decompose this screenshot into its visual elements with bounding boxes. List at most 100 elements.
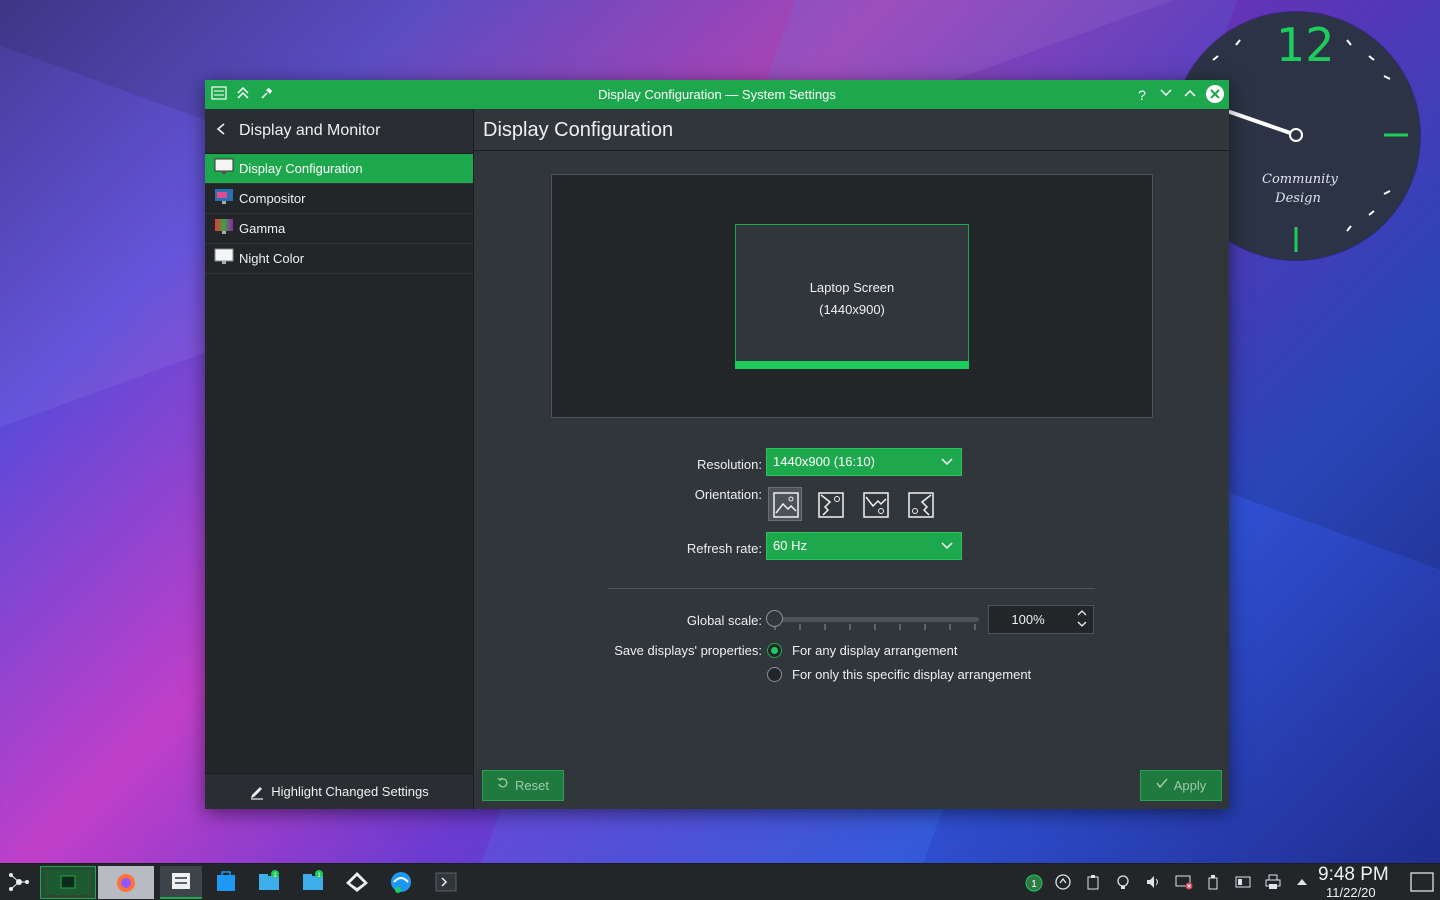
device-notifier-icon[interactable] [1205,874,1221,890]
resolution-label: Resolution: [696,457,762,472]
sidebar-item-label: Display Configuration [239,161,363,176]
rotate-left-icon [818,492,844,518]
clock-brand-text: Community Design [1262,170,1338,208]
reset-button[interactable]: Reset [482,770,564,801]
output-name: Laptop Screen [809,280,895,295]
application-launcher-icon[interactable] [6,869,32,893]
dolphin-icon-1[interactable]: 1 [256,870,282,894]
night-color-icon [214,248,234,269]
output-primary-bar [735,361,969,369]
page-title: Display Configuration [483,119,674,141]
orientation-portrait-left-button[interactable] [813,487,847,521]
sidebar-header: Display and Monitor [205,109,473,154]
sidebar-item-gamma[interactable]: Gamma [205,214,473,244]
display-arrangement-preview: Laptop Screen (1440x900) [551,174,1153,418]
sidebar-item-night-color[interactable]: Night Color [205,244,473,274]
apply-label: Apply [1173,778,1207,793]
save-properties-label: Save displays' properties: [614,643,762,658]
global-scale-slider-track[interactable] [776,617,979,622]
titlebar[interactable]: Display Configuration — System Settings … [205,80,1229,109]
firefox-icon [117,874,135,892]
pager-desktop-1[interactable] [45,870,91,895]
close-button[interactable] [1206,85,1224,103]
close-icon [1210,89,1220,99]
monitor-icon [214,158,234,179]
undo-icon [497,771,509,800]
vault-tray-icon[interactable] [1055,874,1071,890]
task-system-settings[interactable] [160,866,202,899]
dolphin-icon-2[interactable]: 1 [300,870,326,894]
highlight-changed-settings-button[interactable]: Highlight Changed Settings [205,773,473,809]
slider-ticks [774,624,976,630]
night-color-tray-icon[interactable] [1115,874,1131,890]
rotate-right-icon [908,492,934,518]
taskbar: 1 1 1 9:48 PM 11/22/20 [0,863,1440,900]
minimize-button[interactable] [1156,85,1176,105]
sidebar-item-display-configuration[interactable]: Display Configuration [205,154,473,184]
network-disconnected-icon[interactable] [1175,874,1193,890]
pencil-icon [249,784,265,800]
sidebar-item-label: Gamma [239,221,286,236]
resolution-value: 1440x900 (16:10) [773,454,875,469]
clipboard-icon[interactable] [1085,874,1101,890]
output-mode: (1440x900) [819,302,885,317]
refresh-rate-combobox[interactable]: 60 Hz [766,532,962,560]
kde-connect-icon[interactable] [1235,874,1251,890]
help-button[interactable]: ? [1132,85,1152,105]
sidebar-item-label: Compositor [239,191,306,206]
sidebar-item-label: Night Color [239,251,305,266]
compositor-icon [214,188,234,209]
settings-icon [172,873,190,889]
global-scale-value: 100% [1011,612,1045,627]
landscape-icon [773,492,799,518]
clock-brand-line1: Community [1262,172,1338,187]
resolution-combobox[interactable]: 1440x900 (16:10) [766,448,962,476]
radio-any-arrangement[interactable] [767,643,782,658]
printer-icon[interactable] [1265,874,1281,890]
refresh-rate-value: 60 Hz [773,538,807,553]
system-settings-window: Display Configuration — System Settings … [205,80,1229,809]
virtual-desktop-pager[interactable] [40,866,96,899]
discover-icon[interactable] [213,870,239,894]
terminal-icon[interactable] [433,870,459,894]
output-label: Laptop Screen (1440x900) [736,277,968,321]
spin-up-icon[interactable] [1077,609,1087,619]
maximize-button[interactable] [1180,85,1200,105]
inkscape-icon[interactable] [344,870,370,894]
main-panel: Display Configuration Laptop Screen (144… [474,109,1229,809]
taskbar-clock-time[interactable]: 9:48 PM [1318,864,1389,886]
tray-expand-icon[interactable] [1294,874,1310,890]
inverted-icon [863,492,889,518]
global-scale-spinbox[interactable]: 100% [988,605,1094,634]
chevron-down-icon [941,533,953,569]
apply-button[interactable]: Apply [1140,770,1222,801]
global-scale-label: Global scale: [686,613,762,628]
clock-hour-label: 12 [1276,18,1335,72]
sidebar-item-compositor[interactable]: Compositor [205,184,473,214]
updates-tray-icon[interactable]: 1 [1025,874,1043,892]
radio-specific-arrangement-label[interactable]: For only this specific display arrangeme… [792,667,1031,682]
orientation-inverted-button[interactable] [858,487,892,521]
sidebar-title: Display and Monitor [239,122,381,139]
spin-down-icon[interactable] [1077,620,1087,630]
radio-specific-arrangement[interactable] [767,667,782,682]
updates-badge: 1 [1031,879,1037,890]
radio-any-arrangement-label[interactable]: For any display arrangement [792,643,957,658]
show-desktop-icon[interactable] [1410,871,1434,893]
taskbar-clock-date[interactable]: 11/22/20 [1326,885,1376,900]
section-divider [608,588,1095,589]
clock-brand-line2: Design [1275,191,1321,206]
task-firefox[interactable] [98,866,154,899]
highlight-changed-settings-label: Highlight Changed Settings [271,784,429,799]
volume-icon[interactable] [1145,874,1161,890]
reset-label: Reset [515,778,549,793]
orientation-label: Orientation: [694,487,762,502]
gamma-icon [214,218,234,239]
browser-icon[interactable] [388,870,414,894]
orientation-portrait-right-button[interactable] [903,487,937,521]
title-divider [474,150,1229,151]
back-icon[interactable] [215,122,233,140]
laptop-screen-output[interactable]: Laptop Screen (1440x900) [735,224,969,369]
global-scale-slider-handle[interactable] [766,610,783,627]
orientation-landscape-button[interactable] [768,487,802,521]
